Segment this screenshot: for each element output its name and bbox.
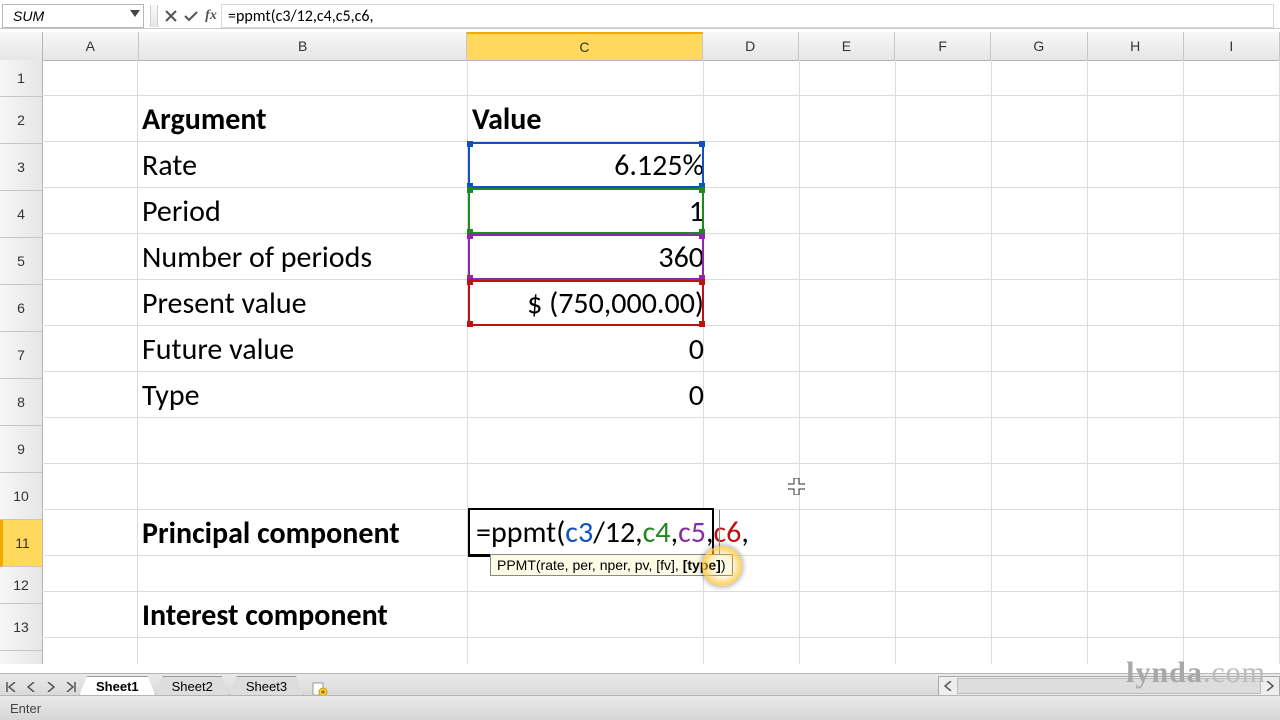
col-header-B[interactable]: B [139,32,467,60]
row-header-3[interactable]: 3 [0,144,42,191]
col-header-I[interactable]: I [1184,32,1280,60]
cell-cursor-icon [788,478,805,495]
cell-C2: Value [472,96,700,142]
insert-function-button[interactable]: fx [201,5,221,27]
cell-C6: $ (750,000.00) [468,280,712,326]
cell-C7: 0 [468,326,712,372]
cells-area[interactable]: Argument Value Rate Period Number of per… [42,60,1280,664]
tok-slash: /12, [593,514,642,551]
formula-bar-divider [150,5,158,27]
select-all-corner[interactable] [0,32,43,60]
status-mode: Enter [10,701,41,716]
tab-nav-next-icon[interactable] [42,678,60,696]
row-header-5[interactable]: 5 [0,238,42,285]
row-header-9[interactable]: 9 [0,426,42,473]
tt-sel[interactable]: [type] [683,557,721,573]
gridline-col [137,60,138,664]
gridline-col [895,60,896,664]
row-header-11[interactable]: 11 [0,520,42,567]
sheet-tabs-bar: Sheet1 Sheet2 Sheet3 [0,673,1280,696]
gridline-col [1087,60,1088,664]
col-header-D[interactable]: D [703,32,799,60]
row-header-7[interactable]: 7 [0,332,42,379]
tt-pre: PPMT(rate, per, nper, pv, [497,557,656,573]
gridline-col [1183,60,1184,664]
cell-B5: Number of periods [142,234,468,280]
formula-bar-text: =ppmt(c3/12,c4,c5,c6, [228,7,374,26]
formula-bar: SUM fx =ppmt(c3/12,c4,c5,c6, [0,4,1280,29]
cell-C5: 360 [468,234,712,280]
row-header-2[interactable]: 2 [0,97,42,144]
worksheet-grid: ABCDEFGHI 123456789101112131415 Argument… [0,32,1280,664]
tt-fv[interactable]: [fv] [656,557,675,573]
new-sheet-button[interactable] [308,682,332,696]
tok-tail: , [741,514,749,551]
tok-com1: , [671,514,679,551]
tab-sheet2[interactable]: Sheet2 [155,676,230,696]
row-headers: 123456789101112131415 [0,60,43,664]
tab-sheet2-label: Sheet2 [172,679,213,694]
col-header-A[interactable]: A [43,32,139,60]
tok-c6: c6 [713,514,741,551]
cell-B8: Type [142,372,468,418]
cell-B2: Argument [142,96,468,142]
tab-sheet3[interactable]: Sheet3 [229,676,304,696]
cell-B3: Rate [142,142,468,188]
cell-B4: Period [142,188,468,234]
tt-post: ) [721,557,726,573]
cell-C3: 6.125% [468,142,712,188]
row-header-13[interactable]: 13 [0,604,42,651]
horizontal-scrollbar[interactable] [938,676,1280,696]
gridline-row [42,463,1280,464]
column-headers: ABCDEFGHI [0,32,1280,61]
tab-nav-prev-icon[interactable] [22,678,40,696]
function-tooltip[interactable]: PPMT(rate, per, nper, pv, [fv], [type]) [490,554,733,576]
cancel-formula-button[interactable] [161,5,181,27]
enter-formula-button[interactable] [181,5,201,27]
hscroll-thumb[interactable] [957,678,1261,694]
cell-B13: Interest component [142,592,468,638]
tab-sheet3-label: Sheet3 [246,679,287,694]
cell-B11: Principal component [142,510,468,556]
col-header-H[interactable]: H [1088,32,1184,60]
formula-input[interactable]: =ppmt(c3/12,c4,c5,c6, [221,4,1274,28]
tt-mid: , [675,557,683,573]
tab-sheet1[interactable]: Sheet1 [79,676,156,696]
row-header-6[interactable]: 6 [0,285,42,332]
row-header-14[interactable]: 14 [0,651,42,664]
gridline-col [991,60,992,664]
name-box-dropdown-icon[interactable] [130,10,140,17]
status-bar: Enter [0,695,1280,720]
hscroll-left-icon[interactable] [939,678,957,694]
tab-sheet1-label: Sheet1 [96,679,139,694]
name-box-value: SUM [13,8,44,24]
row-header-4[interactable]: 4 [0,191,42,238]
name-box[interactable]: SUM [2,4,144,28]
cell-C4: 1 [468,188,712,234]
tab-nav-first-icon[interactable] [2,678,20,696]
row-header-12[interactable]: 12 [0,567,42,604]
tok-c5: c5 [678,514,706,551]
cell-B7: Future value [142,326,468,372]
col-header-F[interactable]: F [895,32,991,60]
col-header-C[interactable]: C [467,32,702,60]
hscroll-right-icon[interactable] [1261,678,1279,694]
tok-c4: c4 [643,514,671,551]
row-header-1[interactable]: 1 [0,60,42,97]
gridline-col [799,60,800,664]
col-header-E[interactable]: E [799,32,895,60]
cell-B6: Present value [142,280,468,326]
tab-nav-last-icon[interactable] [62,678,80,696]
cell-C11-editing[interactable]: =ppmt(c3/12,c4,c5,c6, [468,508,714,557]
row-header-8[interactable]: 8 [0,379,42,426]
tok-pre: =ppmt( [476,514,565,551]
cell-C8: 0 [468,372,712,418]
row-header-10[interactable]: 10 [0,473,42,520]
col-header-G[interactable]: G [991,32,1087,60]
tok-c3: c3 [565,514,593,551]
